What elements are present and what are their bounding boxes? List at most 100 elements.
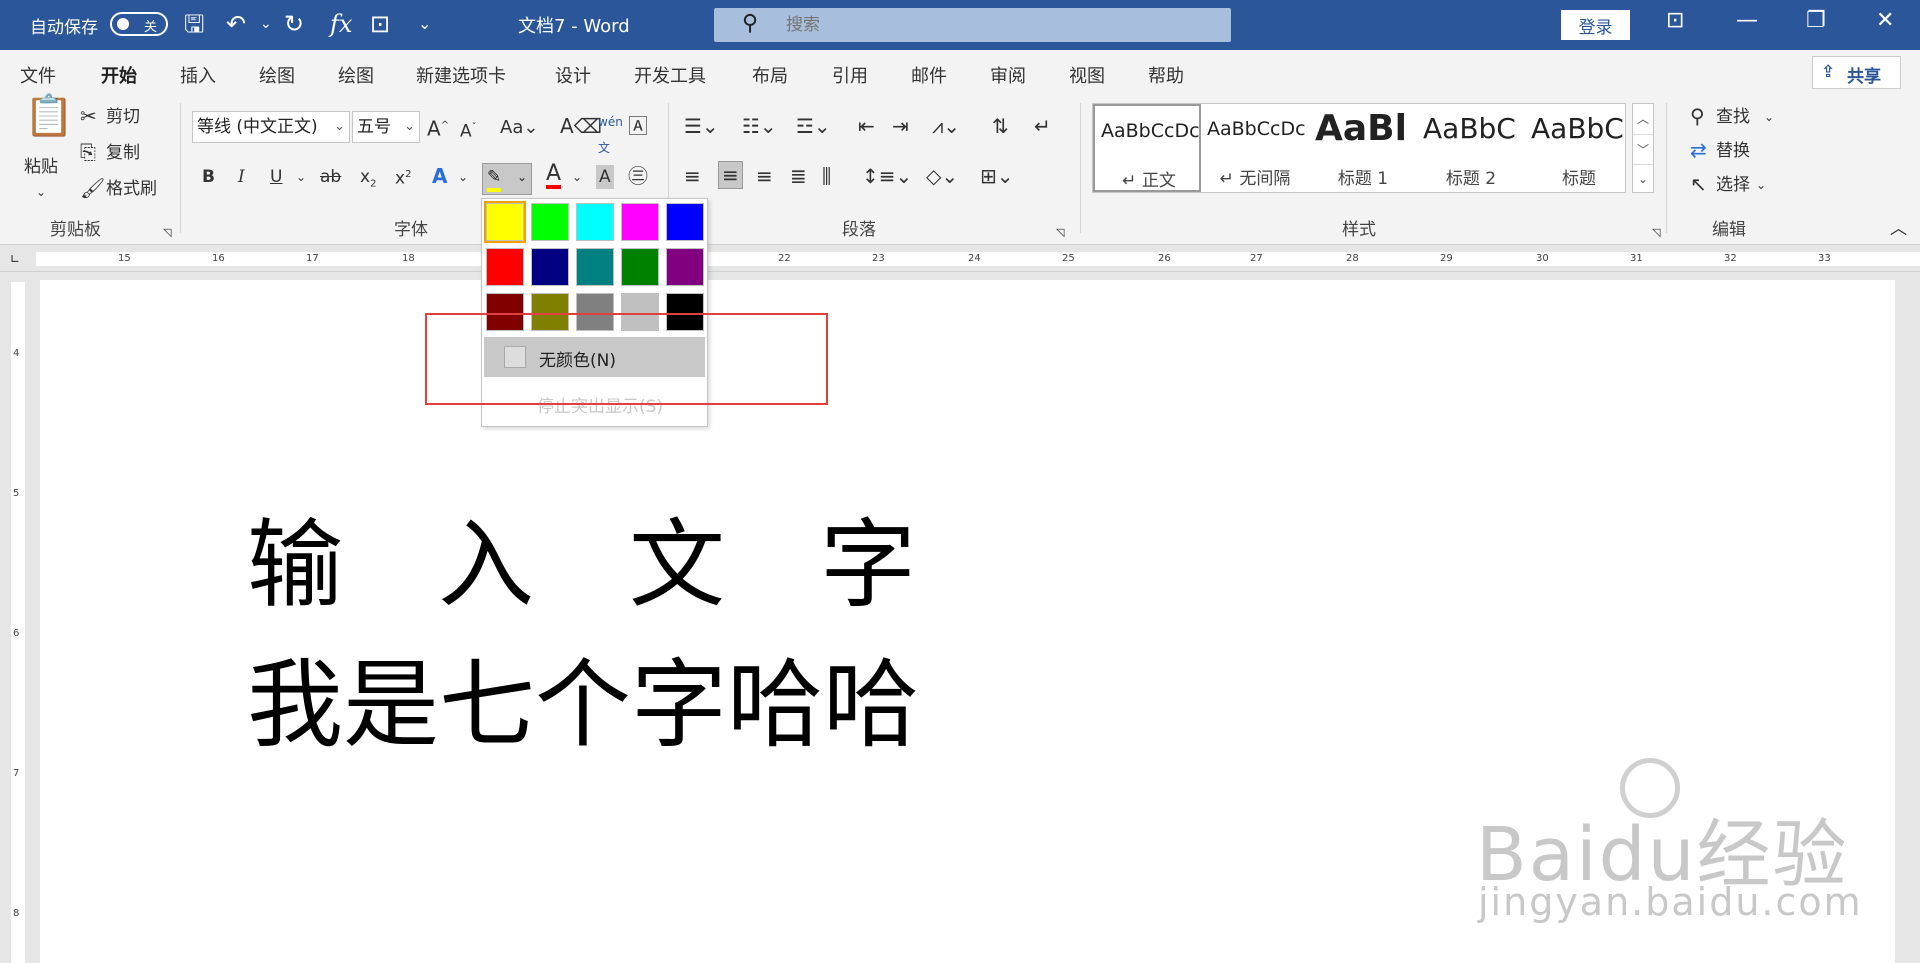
- tab-view[interactable]: 视图: [1069, 62, 1105, 88]
- customize-icon[interactable]: ⌄: [418, 10, 431, 38]
- touch-mode-icon[interactable]: ⊡: [370, 10, 390, 38]
- tab-selector-icon[interactable]: ∟: [10, 252, 20, 266]
- tab-references[interactable]: 引用: [832, 62, 868, 88]
- cut-label[interactable]: 剪切: [106, 105, 140, 129]
- clipboard-launcher-icon[interactable]: ◹: [163, 221, 171, 245]
- undo-dropdown-icon[interactable]: ⌄: [260, 10, 272, 38]
- save-icon[interactable]: 🖫: [184, 10, 204, 38]
- tab-draw[interactable]: 绘图: [259, 62, 295, 88]
- highlight-button[interactable]: ✎ ⌄: [482, 163, 532, 195]
- borders-icon[interactable]: ⊞⌄: [980, 163, 1014, 189]
- color-swatch-violet[interactable]: [666, 248, 704, 286]
- phonetic-guide-icon[interactable]: wén 文: [598, 109, 623, 161]
- bold-icon[interactable]: B: [202, 165, 215, 189]
- justify-icon[interactable]: ≣: [790, 163, 807, 189]
- underline-icon[interactable]: U: [270, 165, 282, 189]
- color-swatch-yellow[interactable]: [484, 201, 526, 243]
- select-dropdown-icon[interactable]: ⌄: [1756, 173, 1766, 197]
- minimize-icon[interactable]: —: [1736, 8, 1758, 33]
- font-name-combo[interactable]: 等线 (中文正文) ⌄: [192, 111, 350, 143]
- function-icon[interactable]: fx: [330, 10, 352, 38]
- color-swatch-bright-green[interactable]: [531, 203, 569, 241]
- character-shading-icon[interactable]: A: [596, 165, 614, 189]
- superscript-icon[interactable]: x2: [395, 163, 411, 191]
- scroll-up-icon[interactable]: ︿: [1633, 104, 1653, 134]
- numbering-icon[interactable]: ☷⌄: [742, 113, 777, 139]
- color-swatch-turquoise[interactable]: [576, 203, 614, 241]
- find-label[interactable]: 查找: [1716, 105, 1750, 129]
- color-swatch-pink[interactable]: [621, 203, 659, 241]
- show-marks-icon[interactable]: ↵: [1034, 113, 1051, 139]
- paste-dropdown-icon[interactable]: ⌄: [36, 180, 46, 204]
- share-button[interactable]: ⇪ 共享: [1812, 56, 1901, 89]
- styles-scroll[interactable]: ︿ ﹀ ⌄: [1632, 103, 1654, 193]
- tab-design[interactable]: 设计: [555, 62, 591, 88]
- line-spacing-icon[interactable]: ↕≡⌄: [862, 163, 912, 189]
- tab-mailings[interactable]: 邮件: [911, 62, 947, 88]
- format-painter-icon[interactable]: 🖌: [80, 175, 105, 201]
- subscript-icon[interactable]: x2: [360, 165, 376, 196]
- color-swatch-blue[interactable]: [666, 203, 704, 241]
- character-border-icon[interactable]: 🄰: [628, 113, 648, 139]
- clear-formatting-icon[interactable]: A⌫: [560, 113, 602, 139]
- tab-layout[interactable]: 布局: [752, 62, 788, 88]
- paste-icon[interactable]: 📋: [24, 96, 74, 136]
- search-input[interactable]: [786, 12, 1206, 38]
- style-no-spacing[interactable]: AaBbCcDc ↵ 无间隔: [1201, 104, 1309, 192]
- collapse-ribbon-icon[interactable]: ︿: [1890, 217, 1907, 241]
- tab-draw-2[interactable]: 绘图: [338, 62, 374, 88]
- align-center-icon[interactable]: ≡: [718, 161, 743, 189]
- color-swatch-red[interactable]: [486, 248, 524, 286]
- find-dropdown-icon[interactable]: ⌄: [1764, 105, 1774, 129]
- enclose-character-icon[interactable]: ㊂: [628, 163, 648, 189]
- underline-dropdown-icon[interactable]: ⌄: [296, 165, 306, 189]
- chinese-layout-icon[interactable]: ⩘⌄: [932, 113, 960, 139]
- tab-file[interactable]: 文件: [20, 62, 56, 88]
- color-swatch-teal[interactable]: [576, 248, 614, 286]
- tab-help[interactable]: 帮助: [1148, 62, 1184, 88]
- select-label[interactable]: 选择: [1716, 173, 1750, 197]
- sort-icon[interactable]: ⇅: [992, 113, 1009, 139]
- grow-font-icon[interactable]: A^: [427, 113, 449, 142]
- tab-home[interactable]: 开始: [101, 62, 137, 98]
- tab-new[interactable]: 新建选项卡: [416, 62, 506, 88]
- paste-label[interactable]: 粘贴: [24, 155, 58, 179]
- replace-icon[interactable]: ⇄: [1690, 137, 1707, 163]
- text-effects-dropdown-icon[interactable]: ⌄: [458, 165, 468, 189]
- select-icon[interactable]: ↖: [1690, 171, 1707, 197]
- document-line-2[interactable]: 我是七个字哈哈: [247, 650, 919, 760]
- style-heading-1[interactable]: AaBl 标题 1: [1309, 104, 1417, 192]
- distributed-icon[interactable]: ⫼: [822, 163, 831, 189]
- color-swatch-green[interactable]: [621, 248, 659, 286]
- strikethrough-icon[interactable]: ab: [320, 165, 341, 189]
- copy-label[interactable]: 复制: [106, 141, 140, 165]
- change-case-icon[interactable]: Aa⌄: [500, 115, 538, 141]
- increase-indent-icon[interactable]: ⇥: [892, 113, 909, 139]
- style-normal[interactable]: AaBbCcDc ↵ 正文: [1093, 104, 1201, 192]
- undo-icon[interactable]: ↶: [226, 10, 246, 38]
- ribbon-display-icon[interactable]: ⊡: [1666, 8, 1684, 33]
- decrease-indent-icon[interactable]: ⇤: [858, 113, 875, 139]
- shading-icon[interactable]: ◇⌄: [926, 163, 958, 189]
- autosave-toggle[interactable]: 关: [110, 12, 168, 36]
- font-color-dropdown-icon[interactable]: ⌄: [572, 165, 582, 189]
- replace-label[interactable]: 替换: [1716, 139, 1750, 163]
- restore-icon[interactable]: ❐: [1806, 8, 1826, 33]
- search-box[interactable]: ⚲: [714, 8, 1231, 42]
- align-left-icon[interactable]: ≡: [684, 163, 701, 189]
- multilevel-list-icon[interactable]: ☲⌄: [796, 113, 831, 139]
- font-size-combo[interactable]: 五号 ⌄: [352, 111, 420, 143]
- style-title[interactable]: AaBbC 标题: [1525, 104, 1633, 192]
- document-line-1[interactable]: 输入文字: [247, 510, 1011, 620]
- tab-developer[interactable]: 开发工具: [634, 62, 706, 88]
- cut-icon[interactable]: ✂: [80, 103, 97, 129]
- align-right-icon[interactable]: ≡: [756, 163, 773, 189]
- shrink-font-icon[interactable]: Aˇ: [460, 115, 477, 145]
- color-swatch-dark-blue[interactable]: [531, 248, 569, 286]
- copy-icon[interactable]: ⎘: [80, 139, 96, 165]
- close-icon[interactable]: ✕: [1876, 8, 1894, 33]
- styles-launcher-icon[interactable]: ◹: [1652, 221, 1660, 245]
- more-styles-icon[interactable]: ⌄: [1633, 164, 1653, 192]
- paragraph-launcher-icon[interactable]: ◹: [1056, 221, 1064, 245]
- italic-icon[interactable]: I: [238, 165, 245, 189]
